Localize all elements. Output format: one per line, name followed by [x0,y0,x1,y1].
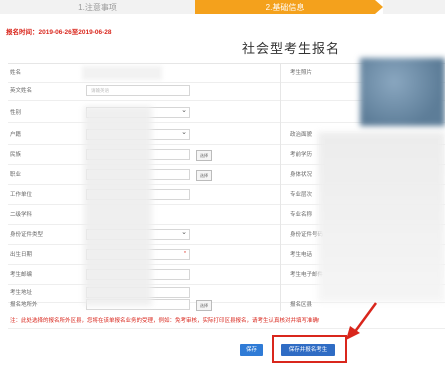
registration-site-select-button[interactable]: 选择 [196,300,212,311]
blurred-values [84,106,152,306]
save-button[interactable]: 保存 [240,344,263,356]
registration-period-label: 报名时间： [6,29,39,36]
postal-code-label: 考生邮编 [10,272,33,278]
occupation-select-button[interactable]: 选择 [196,170,212,181]
occupation-label: 职业 [10,172,22,178]
english-name-input[interactable]: 请输英语 [86,85,190,96]
district-label: 报名区县 [290,302,313,308]
secondary-subject-label: 二级学科 [10,212,33,218]
step-2-tab: 2.基础信息 [195,0,383,14]
pointer-arrow-icon [346,302,378,340]
blurred-name-value [82,66,162,80]
ethnicity-label: 民族 [10,152,22,158]
registration-site-label: 报名地所外 [10,302,38,308]
photo-label: 考生照片 [290,70,313,76]
birth-date-label: 出生日期 [10,252,33,258]
step-bar: 1.注意事项 2.基础信息 [0,0,445,20]
registration-period-value: 2019-06-26至2019-06-28 [38,29,112,36]
health-label: 身体状况 [290,172,313,178]
page-title: 社会型考生报名 [242,41,341,56]
english-name-label: 英文姓名 [10,88,33,94]
required-marker: * [184,251,186,257]
ethnicity-select-button[interactable]: 选择 [196,150,212,161]
note-prefix: 注： [10,318,22,324]
note-text: 此处选择的报名所外区县，您将在该单报名业务的受理，例如：免考审核，实际打印区县报… [21,318,320,324]
id-type-label: 身份证件类型 [10,232,44,238]
step-bar-filler [383,0,445,14]
major-name-label: 专业名称 [290,212,313,218]
step-1-tab: 1.注意事项 [0,0,195,14]
education-label: 考前学历 [290,152,313,158]
registration-period: 报名时间：2019-06-26至2019-06-28 [6,26,112,36]
household-label: 户籍 [10,132,22,138]
blurred-right-values [318,132,445,302]
column-divider [280,63,281,311]
major-level-label: 专业层次 [290,192,313,198]
applicant-photo[interactable] [360,58,445,126]
gender-label: 性别 [10,110,22,116]
phone-label: 考生电话 [290,252,313,258]
name-label: 姓名 [10,70,22,76]
highlight-box [272,335,347,363]
political-status-label: 政治面貌 [290,132,313,138]
employer-label: 工作单位 [10,192,33,198]
